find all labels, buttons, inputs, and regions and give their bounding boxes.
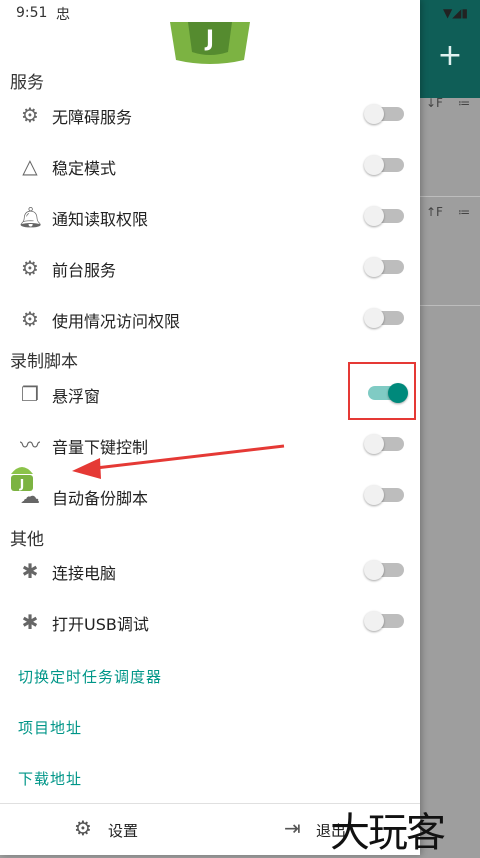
row-notification-access[interactable]: 🔔︎ 通知读取权限 <box>0 193 420 244</box>
row-label: 稳定模式 <box>52 159 117 178</box>
status-icons: ▼◢▮ <box>442 6 468 20</box>
row-usage-access[interactable]: ⚙ 使用情况访问权限 <box>0 295 420 346</box>
bug-icon: ✱ <box>21 610 39 634</box>
row-label: 连接电脑 <box>52 564 117 583</box>
triangle-icon: △ <box>22 154 38 178</box>
gear-icon: ⚙ <box>21 256 39 280</box>
row-label: 打开USB调试 <box>52 615 149 634</box>
toggle-auto-backup[interactable] <box>364 485 404 505</box>
list-icon[interactable]: ≔ <box>458 96 470 110</box>
link-download-address[interactable]: 下载地址 <box>18 768 82 789</box>
bug-icon: ✱ <box>21 559 39 583</box>
bell-icon: 🔔︎ <box>18 205 44 229</box>
svg-text:J: J <box>19 477 24 491</box>
add-icon[interactable]: + <box>420 22 480 90</box>
window-icon: ❐ <box>21 382 39 406</box>
navigation-drawer: 9:51 忠 J 服务 ⚙ 无障碍服务 △ 稳定模式 🔔︎ 通知读取权限 ⚙ 前… <box>0 0 420 855</box>
toggle-volume-key[interactable] <box>364 434 404 454</box>
gear-icon: ⚙ <box>21 103 39 127</box>
status-time: 9:51 <box>16 5 48 21</box>
toggle-usage-access[interactable] <box>364 308 404 328</box>
gear-icon[interactable]: ⚙ <box>74 816 92 840</box>
link-switch-scheduler[interactable]: 切换定时任务调度器 <box>18 666 162 687</box>
toggle-foreground-service[interactable] <box>364 257 404 277</box>
app-logo: J <box>170 22 250 64</box>
row-connect-computer[interactable]: ✱ 连接电脑 <box>0 547 420 598</box>
row-label: 使用情况访问权限 <box>52 312 181 331</box>
svg-text:J: J <box>204 27 214 52</box>
row-label: 前台服务 <box>52 261 117 280</box>
sort-desc-icon[interactable]: ↓F <box>426 96 443 110</box>
row-usb-debug[interactable]: ✱ 打开USB调试 <box>0 598 420 649</box>
row-foreground-service[interactable]: ⚙ 前台服务 <box>0 244 420 295</box>
link-project-address[interactable]: 项目地址 <box>18 717 82 738</box>
settings-button[interactable]: 设置 <box>108 820 138 841</box>
row-label: 悬浮窗 <box>52 387 101 406</box>
waveform-icon: 〰 <box>20 433 40 457</box>
row-label: 无障碍服务 <box>52 108 133 127</box>
section-service: 服务 <box>10 73 44 93</box>
list-icon[interactable]: ≔ <box>458 205 470 219</box>
toggle-stable-mode[interactable] <box>364 155 404 175</box>
row-volume-key-control[interactable]: 〰 音量下键控制 <box>0 421 420 472</box>
section-record: 录制脚本 <box>10 352 78 372</box>
row-label: 通知读取权限 <box>52 210 149 229</box>
sort-asc-icon[interactable]: ↑F <box>426 205 443 219</box>
sort-desc-row[interactable]: ↓F ≔ <box>420 88 480 197</box>
toggle-usb-debug[interactable] <box>364 611 404 631</box>
row-accessibility-service[interactable]: ⚙ 无障碍服务 <box>0 91 420 142</box>
toggle-notification-access[interactable] <box>364 206 404 226</box>
toggle-accessibility[interactable] <box>364 104 404 124</box>
toggle-connect-computer[interactable] <box>364 560 404 580</box>
row-label: 音量下键控制 <box>52 438 149 457</box>
android-floating-icon[interactable]: J <box>8 460 36 494</box>
background-sort-panel: ↓F ≔ ↑F ≔ <box>420 88 480 306</box>
sort-asc-row[interactable]: ↑F ≔ <box>420 197 480 306</box>
notification-icon: 忠 <box>56 7 70 23</box>
watermark: 大玩客 <box>330 810 446 856</box>
row-auto-backup[interactable]: ☁ 自动备份脚本 <box>0 472 420 523</box>
row-stable-mode[interactable]: △ 稳定模式 <box>0 142 420 193</box>
exit-icon[interactable]: ⇥ <box>284 816 301 840</box>
row-label: 自动备份脚本 <box>52 489 149 508</box>
gear-icon: ⚙ <box>21 307 39 331</box>
annotation-highlight-box <box>348 362 416 420</box>
